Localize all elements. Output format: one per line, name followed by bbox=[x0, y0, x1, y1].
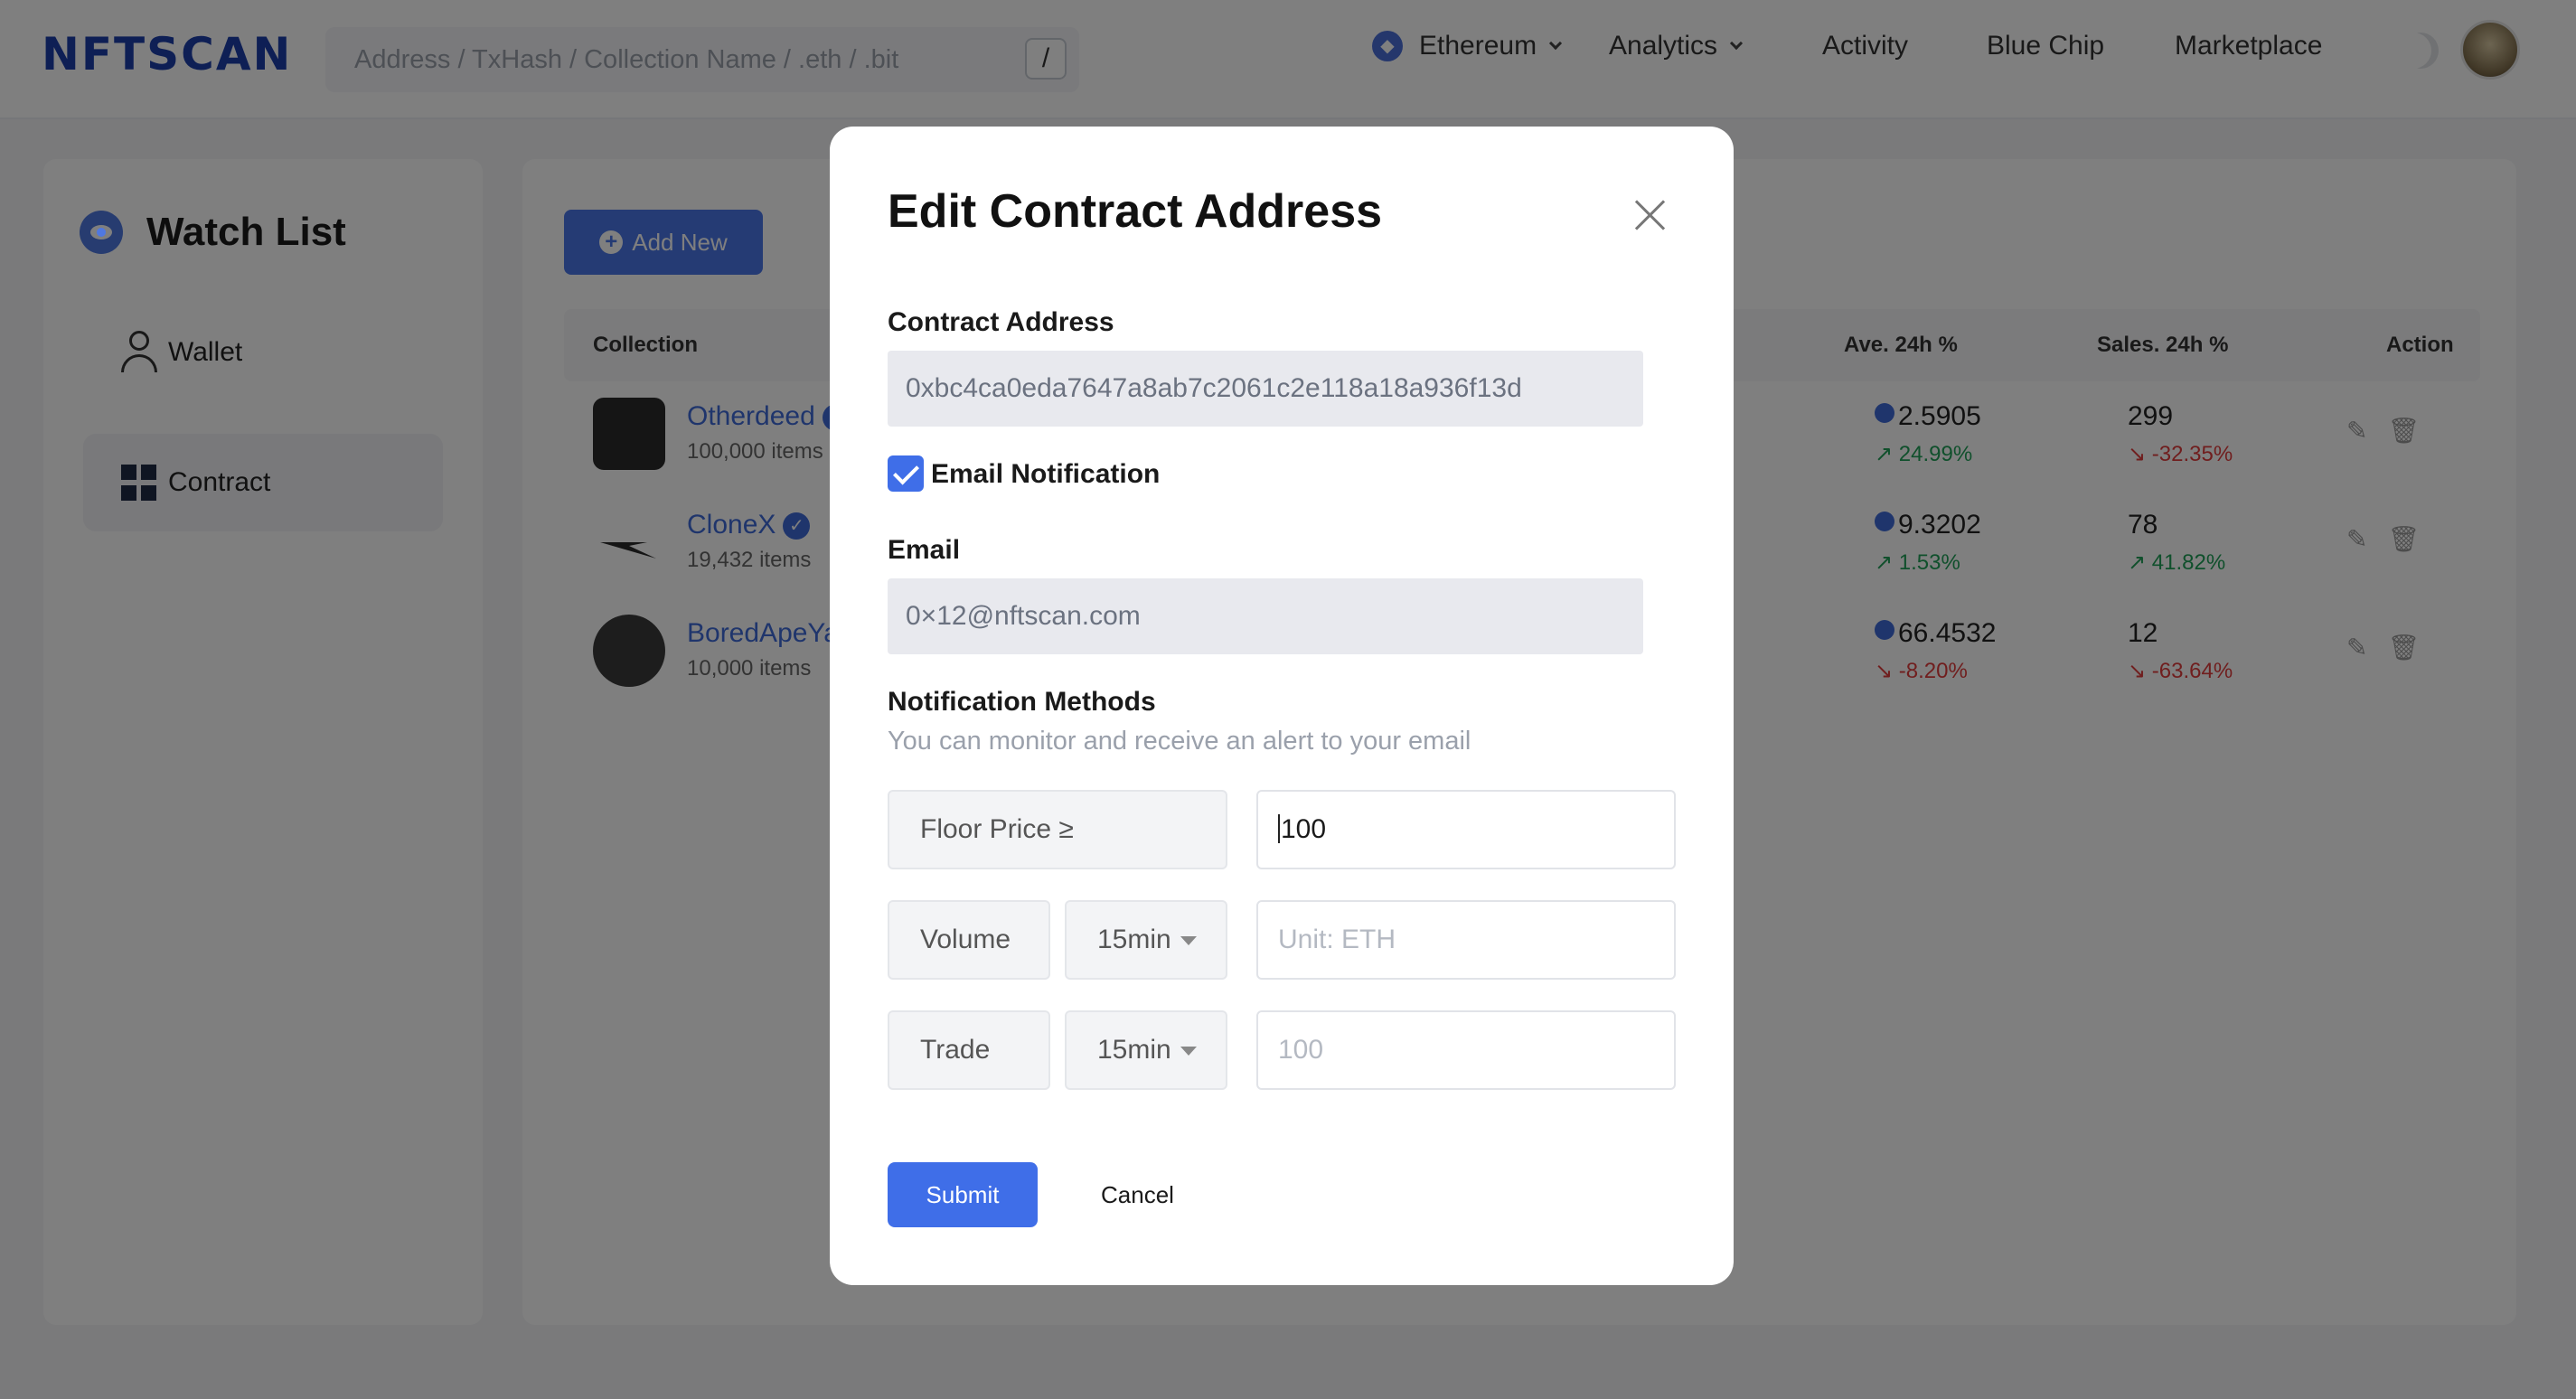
modal-title: Edit Contract Address bbox=[888, 185, 1383, 238]
notification-methods-label: Notification Methods bbox=[888, 687, 1156, 717]
submit-button[interactable]: Submit bbox=[888, 1162, 1038, 1227]
caret-down-icon bbox=[1180, 1047, 1197, 1056]
floor-price-input[interactable]: 100 bbox=[1256, 790, 1676, 869]
text-cursor bbox=[1278, 814, 1280, 843]
trade-label: Trade bbox=[888, 1010, 1050, 1090]
email-label: Email bbox=[888, 535, 961, 565]
email-notification-label[interactable]: Email Notification bbox=[931, 459, 1160, 490]
caret-down-icon bbox=[1180, 936, 1197, 945]
close-icon[interactable] bbox=[1631, 195, 1670, 235]
floor-price-label: Floor Price ≥ bbox=[888, 790, 1227, 869]
email-field[interactable]: 0×12@nftscan.com bbox=[888, 578, 1643, 654]
volume-input[interactable]: Unit: ETH bbox=[1256, 900, 1676, 980]
contract-address-field[interactable]: 0xbc4ca0eda7647a8ab7c2061c2e118a18a936f1… bbox=[888, 351, 1643, 427]
notification-methods-help: You can monitor and receive an alert to … bbox=[888, 727, 1471, 756]
email-notification-checkbox[interactable] bbox=[888, 455, 924, 492]
edit-contract-modal: Edit Contract Address Contract Address 0… bbox=[830, 127, 1734, 1285]
trade-interval-select[interactable]: 15min bbox=[1065, 1010, 1227, 1090]
contract-address-label: Contract Address bbox=[888, 307, 1114, 337]
cancel-button[interactable]: Cancel bbox=[1101, 1162, 1174, 1227]
volume-interval-select[interactable]: 15min bbox=[1065, 900, 1227, 980]
trade-input[interactable]: 100 bbox=[1256, 1010, 1676, 1090]
trade-interval-value: 15min bbox=[1097, 1035, 1171, 1065]
volume-label: Volume bbox=[888, 900, 1050, 980]
volume-interval-value: 15min bbox=[1097, 925, 1171, 954]
